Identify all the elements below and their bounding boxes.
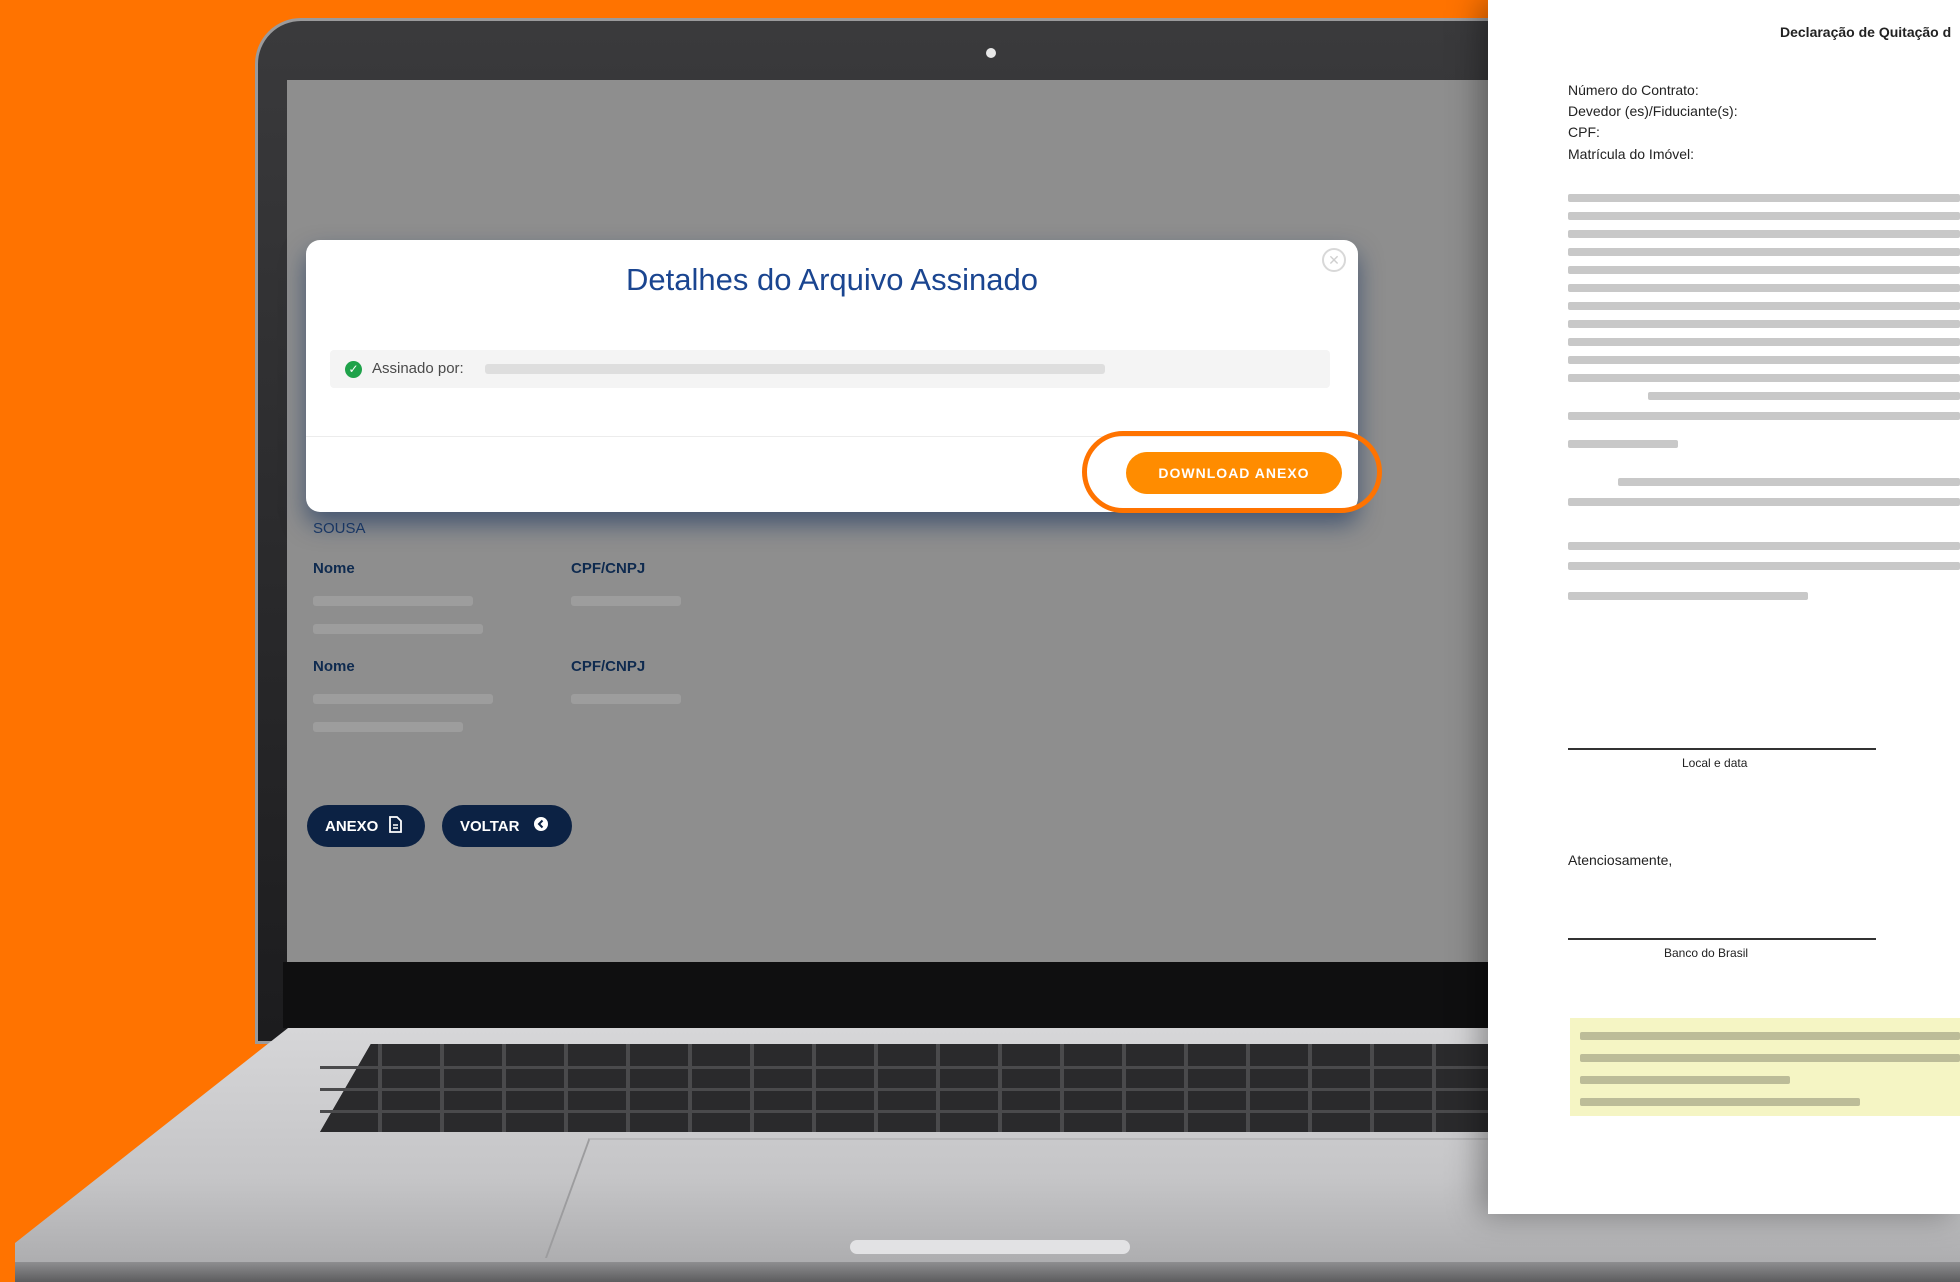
party-2-name-value-redacted xyxy=(313,722,463,732)
signature-line xyxy=(1568,748,1876,750)
download-anexo-button[interactable]: DOWNLOAD ANEXO xyxy=(1126,452,1342,494)
keyboard-row-divider xyxy=(320,1110,1590,1113)
redacted-text-line xyxy=(1568,592,1808,600)
redacted-text-line xyxy=(1568,542,1960,550)
webcam-icon xyxy=(986,48,996,58)
redacted-text-line xyxy=(1568,356,1960,364)
anexo-button[interactable]: ANEXO xyxy=(307,805,425,847)
signed-file-details-modal: Detalhes do Arquivo Assinado ✕ ✓ Assinad… xyxy=(306,240,1382,513)
contract-number-label: Número do Contrato: xyxy=(1568,82,1699,98)
laptop-base-edge xyxy=(15,1262,1960,1282)
laptop-screen: SOUSA Nome CPF/CNPJ Nome CPF/CNPJ ANEXO … xyxy=(287,80,1577,962)
document-title: Declaração de Quitação d xyxy=(1780,24,1952,40)
signer-value-redacted xyxy=(485,364,1105,374)
redacted-text-line xyxy=(1568,266,1960,274)
party-2-name-label: Nome xyxy=(313,658,355,675)
redacted-text-line xyxy=(1568,194,1960,202)
party-2-doc-value-redacted xyxy=(571,694,681,704)
party-1-name-value-redacted xyxy=(313,596,473,606)
modal-title: Detalhes do Arquivo Assinado xyxy=(626,262,1038,297)
keyboard-row-divider xyxy=(320,1088,1590,1091)
quitacao-document: Declaração de Quitação d Número do Contr… xyxy=(1488,0,1960,1214)
screen-bezel xyxy=(283,962,1577,1028)
voltar-button[interactable]: VOLTAR xyxy=(442,805,572,847)
redacted-text-line xyxy=(1568,320,1960,328)
redacted-text-line xyxy=(1568,212,1960,220)
contact-info-box xyxy=(1570,1018,1960,1116)
cpf-label: CPF: xyxy=(1568,124,1600,140)
close-icon[interactable]: ✕ xyxy=(1322,248,1346,272)
check-circle-icon: ✓ xyxy=(345,361,362,378)
party-1-name-value-redacted xyxy=(313,624,483,634)
redacted-text-line xyxy=(1568,302,1960,310)
redacted-text-line xyxy=(1580,1098,1860,1106)
partial-name-text: SOUSA xyxy=(313,520,366,537)
signed-by-row: ✓ Assinado por: xyxy=(330,350,1330,388)
anexo-button-label: ANEXO xyxy=(325,817,379,835)
keyboard-row-divider xyxy=(320,1066,1590,1069)
redacted-text-line xyxy=(1568,498,1960,506)
redacted-text-line xyxy=(1568,248,1960,256)
debtor-label: Devedor (es)/Fiduciante(s): xyxy=(1568,103,1738,119)
redacted-text-line xyxy=(1568,412,1960,420)
party-1-doc-value-redacted xyxy=(571,596,681,606)
redacted-text-line xyxy=(1568,440,1678,448)
party-2-name-value-redacted xyxy=(313,694,493,704)
property-registry-label: Matrícula do Imóvel: xyxy=(1568,146,1695,162)
voltar-button-label: VOLTAR xyxy=(460,817,520,835)
redacted-text-line xyxy=(1580,1032,1960,1040)
redacted-text-line xyxy=(1580,1054,1960,1062)
redacted-text-line xyxy=(1648,392,1960,400)
redacted-text-line xyxy=(1618,478,1960,486)
signature-line xyxy=(1568,938,1876,940)
redacted-text-line xyxy=(1580,1076,1790,1084)
party-2-doc-label: CPF/CNPJ xyxy=(571,658,646,675)
laptop-notch xyxy=(850,1240,1130,1254)
regards-text: Atenciosamente, xyxy=(1568,852,1673,868)
party-1-doc-label: CPF/CNPJ xyxy=(571,560,646,577)
redacted-text-line xyxy=(1568,230,1960,238)
redacted-text-line xyxy=(1568,562,1960,570)
redacted-text-line xyxy=(1568,374,1960,382)
redacted-text-line xyxy=(1568,284,1960,292)
party-1-name-label: Nome xyxy=(313,560,355,577)
back-arrow-icon xyxy=(533,816,549,836)
signed-by-label: Assinado por: xyxy=(372,360,464,377)
document-icon xyxy=(388,815,403,837)
place-date-caption: Local e data xyxy=(1682,756,1748,770)
bank-caption: Banco do Brasil xyxy=(1664,946,1749,960)
redacted-text-line xyxy=(1568,338,1960,346)
